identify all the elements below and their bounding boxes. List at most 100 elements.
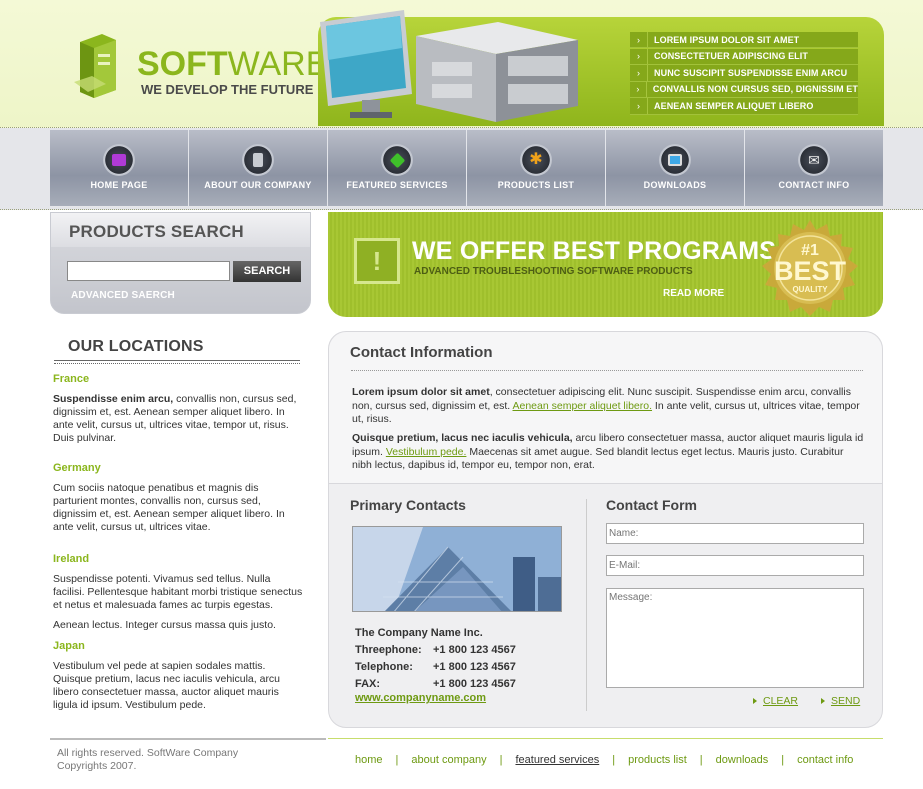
monitor-icon — [659, 144, 691, 176]
search-button[interactable]: SEARCH — [233, 261, 301, 282]
separator: | — [612, 754, 616, 766]
logo-title[interactable]: SOFTWARE — [137, 46, 328, 82]
footer-link-about[interactable]: about company — [411, 754, 486, 766]
header-link-list: › LOREM IPSUM DOLOR SIT AMET › CONSECTETUE… — [630, 32, 858, 115]
contact-row: Telephone: +1 800 123 4567 — [355, 661, 516, 673]
folder-icon — [103, 144, 135, 176]
exclamation-icon: ! — [354, 238, 400, 284]
nav-label: HOME PAGE — [90, 180, 148, 190]
separator: | — [699, 754, 703, 766]
header-link[interactable]: › NUNC SUSCIPIT SUSPENDISSE ENIM ARCU — [630, 65, 858, 82]
email-field[interactable] — [606, 555, 864, 576]
triangle-right-icon — [753, 698, 757, 705]
footer-link-products[interactable]: products list — [628, 754, 687, 766]
location-name: France — [53, 373, 90, 385]
contact-form-title: Contact Form — [606, 497, 697, 513]
header-link[interactable]: › CONSECTETUER ADIPISCING ELIT — [630, 48, 858, 65]
inline-link[interactable]: Aenean semper aliquet libero. — [513, 400, 653, 412]
website-link[interactable]: www.companyname.com — [355, 692, 486, 704]
copyright-line: Copyrights 2007. — [57, 760, 137, 772]
banner-title: WE OFFER BEST PROGRAMS — [412, 237, 777, 265]
clear-button[interactable]: CLEAR — [753, 695, 798, 707]
header-link[interactable]: › CONVALLIS NON CURSUS SED, DIGNISSIM ET — [630, 81, 858, 99]
logo-tagline: WE DEVELOP THE FUTURE — [141, 82, 314, 97]
logo-title-bold: SOFT — [137, 45, 228, 83]
location-name: Ireland — [53, 553, 90, 565]
location-france: France Suspendisse enim arcu, convallis … — [53, 373, 303, 452]
chevron-right-icon: › — [630, 98, 648, 114]
location-ireland: Ireland Suspendisse potenti. Vivamus sed… — [53, 553, 303, 639]
contact-panel: Contact Information Lorem ipsum dolor si… — [328, 331, 883, 728]
logo-title-light: WARE — [227, 45, 329, 83]
location-text-bold: Suspendisse enim arcu, — [53, 393, 174, 405]
location-text: Vestibulum vel pede at sapien sodales ma… — [53, 660, 281, 711]
nav-item-contact[interactable]: ✉ CONTACT INFO — [745, 130, 883, 206]
nav-item-downloads[interactable]: DOWNLOADS — [606, 130, 745, 206]
separator: | — [781, 754, 785, 766]
nav-item-products[interactable]: ✱ PRODUCTS LIST — [467, 130, 606, 206]
header-link[interactable]: › LOREM IPSUM DOLOR SIT AMET — [630, 32, 858, 49]
read-more-link[interactable]: READ MORE — [663, 288, 724, 299]
chevron-right-icon: › — [630, 81, 647, 98]
promo-banner: ! WE OFFER BEST PROGRAMS ADVANCED TROUBL… — [328, 212, 883, 317]
location-text: Suspendisse potenti. Vivamus sed tellus.… — [53, 573, 303, 611]
footer-link-contact[interactable]: contact info — [797, 754, 853, 766]
location-germany: Germany Cum sociis natoque penatibus et … — [53, 462, 303, 541]
separator: | — [499, 754, 503, 766]
header-link-label: CONSECTETUER ADIPISCING ELIT — [654, 51, 808, 62]
nav-label: PRODUCTS LIST — [497, 180, 575, 190]
footer-nav: home | about company | featured services | … — [355, 754, 853, 766]
contact-label: Threephone: — [355, 644, 422, 656]
copyright-line: All rights reserved. SoftWare Company — [57, 747, 239, 759]
inline-link[interactable]: Vestibulum pede. — [386, 446, 467, 458]
divider — [54, 360, 300, 364]
header-link-label: NUNC SUSCIPIT SUSPENDISSE ENIM ARCU — [654, 67, 848, 78]
name-field[interactable] — [606, 523, 864, 544]
copyright: All rights reserved. SoftWare Company Co… — [57, 747, 277, 773]
chevron-right-icon: › — [630, 48, 648, 64]
advanced-search-link[interactable]: ADVANCED SAERCH — [71, 290, 175, 301]
logo-icon — [74, 34, 116, 98]
seal-word: BEST — [773, 256, 846, 286]
send-button[interactable]: SEND — [821, 695, 860, 707]
banner-subtitle: ADVANCED TROUBLESHOOTING SOFTWARE PRODUC… — [414, 266, 693, 277]
message-field[interactable] — [606, 588, 864, 688]
contact-label: Telephone: — [355, 661, 413, 673]
search-input[interactable] — [67, 261, 230, 281]
nav-label: DOWNLOADS — [643, 180, 707, 190]
header-link-label: LOREM IPSUM DOLOR SIT AMET — [654, 34, 800, 45]
footer-link-downloads[interactable]: downloads — [716, 754, 769, 766]
divider — [586, 499, 587, 711]
best-quality-seal: #1 BEST QUALITY — [760, 218, 860, 318]
nav-item-home[interactable]: HOME PAGE — [50, 130, 189, 206]
contact-info-paragraph: Quisque pretium, lacus nec iaculis vehic… — [352, 432, 864, 473]
header-link-label: AENEAN SEMPER ALIQUET LIBERO — [654, 101, 814, 111]
envelope-icon: ✉ — [798, 144, 830, 176]
locations-title: OUR LOCATIONS — [68, 338, 204, 355]
star-icon: ✱ — [520, 144, 552, 176]
clear-label: CLEAR — [763, 695, 799, 707]
paragraph-bold: Lorem ipsum dolor sit amet — [352, 386, 490, 398]
location-text: Aenean lectus. Integer cursus massa quis… — [53, 619, 276, 631]
triangle-right-icon — [821, 698, 825, 705]
company-name: The Company Name Inc. — [355, 627, 483, 639]
location-text: Suspendisse enim arcu, convallis non, cu… — [53, 393, 303, 445]
contact-row: FAX: +1 800 123 4567 — [355, 678, 516, 690]
products-search-panel: PRODUCTS SEARCH SEARCH ADVANCED SAERCH — [50, 212, 311, 314]
nav-item-about[interactable]: ABOUT OUR COMPANY — [189, 130, 328, 206]
divider — [351, 370, 863, 371]
contact-value: +1 800 123 4567 — [433, 678, 516, 690]
footer-link-home[interactable]: home — [355, 754, 383, 766]
header-link-label: CONVALLIS NON CURSUS SED, DIGNISSIM ET — [652, 84, 858, 95]
location-text: Cum sociis natoque penatibus et magnis d… — [53, 482, 285, 533]
nav-item-services[interactable]: FEATURED SERVICES — [328, 130, 467, 206]
footer-link-services[interactable]: featured services — [515, 754, 599, 766]
seal-caption: QUALITY — [792, 285, 828, 294]
header-link[interactable]: › AENEAN SEMPER ALIQUET LIBERO — [630, 98, 858, 115]
contact-row: Threephone: +1 800 123 4567 — [355, 644, 516, 656]
chevron-right-icon: › — [630, 32, 648, 48]
monitor-illustration — [320, 10, 412, 118]
paragraph-bold: Quisque pretium, lacus nec iaculis vehic… — [352, 432, 573, 444]
server-illustration — [416, 22, 578, 122]
search-title: PRODUCTS SEARCH — [69, 222, 244, 241]
